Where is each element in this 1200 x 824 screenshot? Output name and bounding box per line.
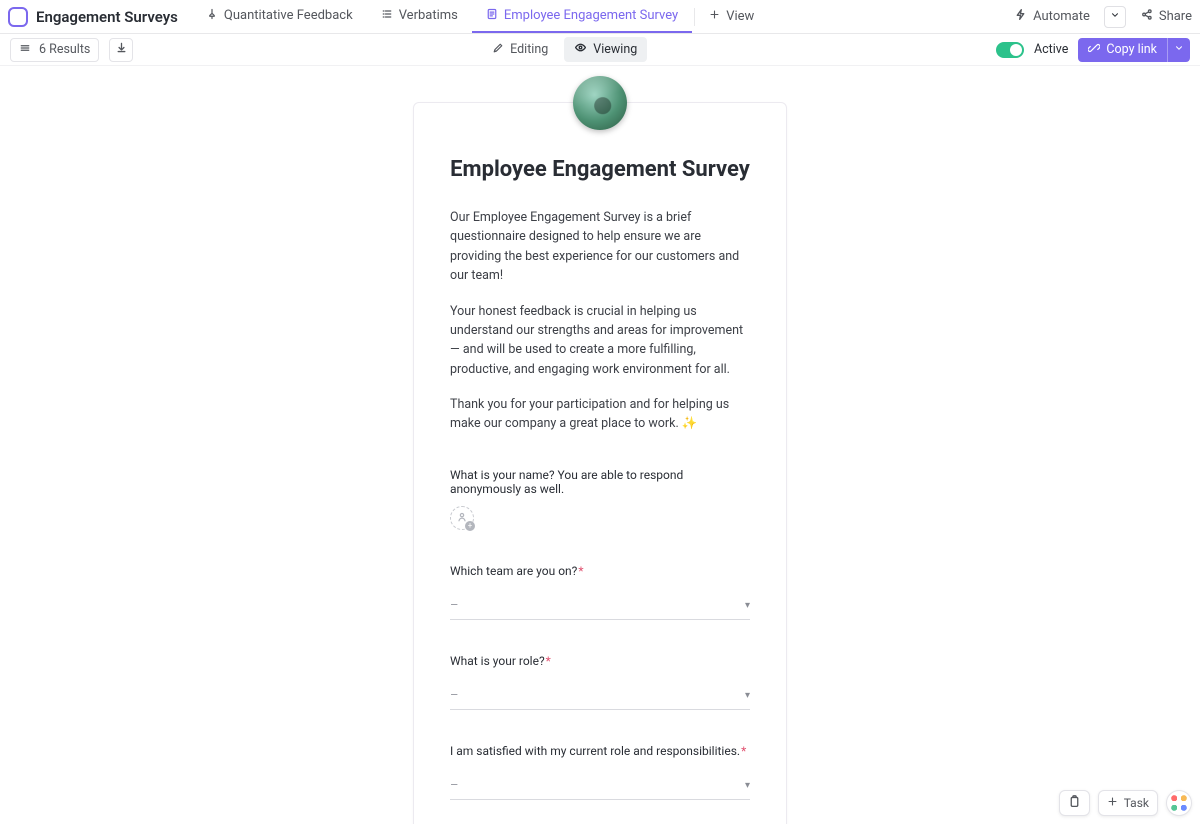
survey-hero-image [573,76,627,130]
chevron-down-icon [1174,42,1184,57]
toolbar-right: Active Copy link [996,38,1190,62]
top-nav: Engagement Surveys Quantitative Feedback… [0,0,1200,34]
team-select[interactable]: – ▾ [450,592,750,620]
active-toggle[interactable] [996,42,1024,58]
survey-title: Employee Engagement Survey [450,157,750,182]
chevron-down-icon: ▾ [745,780,750,791]
question-team: Which team are you on?* – ▾ [450,564,750,620]
mode-switch: Editing Viewing [482,37,647,62]
chevron-down-icon: ▾ [745,600,750,611]
tab-label: Verbatims [399,8,458,23]
tab-label: Employee Engagement Survey [504,8,678,23]
new-task-label: Task [1124,796,1149,810]
question-label: What is your name? You are able to respo… [450,468,750,496]
select-value: – [450,598,460,613]
required-asterisk: * [546,654,551,668]
copy-link-more-button[interactable] [1167,38,1190,62]
plus-icon [709,9,720,24]
tab-employee-engagement-survey[interactable]: Employee Engagement Survey [472,0,692,33]
pin-icon [206,8,218,24]
list-icon [19,42,31,58]
apps-launcher-button[interactable] [1166,790,1192,816]
question-satisfied: I am satisfied with my current role and … [450,744,750,800]
survey-intro-paragraph: Your honest feedback is crucial in helpi… [450,302,750,380]
select-value: – [450,688,460,703]
link-icon [1088,42,1100,58]
divider [694,8,695,26]
required-asterisk: * [578,564,583,578]
add-view-label: View [726,9,754,24]
tab-quantitative-feedback[interactable]: Quantitative Feedback [192,0,367,33]
pencil-icon [492,42,504,58]
bolt-icon [1014,8,1027,25]
tab-label: Quantitative Feedback [224,8,353,23]
plus-icon: + [465,521,475,531]
download-icon [115,41,128,58]
workspace-title: Engagement Surveys [36,8,178,26]
survey-sheet: Employee Engagement Survey Our Employee … [413,102,787,824]
new-task-button[interactable]: Task [1098,790,1158,816]
question-label: I am satisfied with my current role and … [450,744,750,758]
viewing-mode-button[interactable]: Viewing [564,37,647,62]
required-asterisk: * [741,744,746,758]
form-canvas[interactable]: Employee Engagement Survey Our Employee … [0,66,1200,824]
select-value: – [450,778,460,793]
floating-action-stack: Task [1059,790,1192,816]
question-role: What is your role?* – ▾ [450,654,750,710]
share-icon [1140,8,1153,25]
active-label: Active [1034,42,1068,57]
sheet-wrap: Employee Engagement Survey Our Employee … [0,66,1200,824]
question-label-text: Which team are you on? [450,564,577,578]
chevron-down-icon [1110,9,1120,24]
tab-verbatims[interactable]: Verbatims [367,0,472,33]
survey-intro-paragraph: Thank you for your participation and for… [450,395,750,434]
sparkles-icon: ✨ [682,416,698,431]
question-name: What is your name? You are able to respo… [450,468,750,530]
automate-button[interactable]: Automate [1014,8,1090,25]
role-select[interactable]: – ▾ [450,682,750,710]
editing-mode-button[interactable]: Editing [482,38,558,62]
survey-intro-paragraph: Our Employee Engagement Survey is a brie… [450,208,750,286]
brand-logo-icon [8,7,28,27]
view-tabs: Quantitative Feedback Verbatims Employee… [192,0,766,33]
question-label-text: I am satisfied with my current role and … [450,744,740,758]
copy-link-button[interactable]: Copy link [1078,38,1167,62]
form-toolbar: 6 Results Editing Viewing Active [0,34,1200,66]
satisfied-select[interactable]: – ▾ [450,772,750,800]
copy-link-label: Copy link [1106,42,1157,57]
download-button[interactable] [109,38,133,62]
clipboard-icon [1068,795,1081,811]
share-button[interactable]: Share [1140,8,1192,25]
automate-dropdown[interactable] [1104,6,1126,28]
results-button[interactable]: 6 Results [10,38,99,62]
add-person-button[interactable]: + [450,506,474,530]
question-label: What is your role?* [450,654,750,668]
results-label: 6 Results [39,42,90,57]
eye-icon [574,41,587,58]
viewing-label: Viewing [593,42,637,57]
question-label-text: What is your role? [450,654,545,668]
chevron-down-icon: ▾ [745,690,750,701]
add-view-button[interactable]: View [697,0,766,33]
question-label: Which team are you on?* [450,564,750,578]
list-icon [381,8,393,24]
automate-label: Automate [1033,9,1090,24]
copy-link-split-button: Copy link [1078,38,1190,62]
clipboard-button[interactable] [1059,790,1090,816]
editing-label: Editing [510,42,548,57]
plus-icon [1107,796,1118,810]
share-label: Share [1159,9,1192,24]
workspace-brand[interactable]: Engagement Surveys [8,7,192,27]
form-icon [486,8,498,24]
top-nav-right: Automate Share [1014,6,1192,28]
